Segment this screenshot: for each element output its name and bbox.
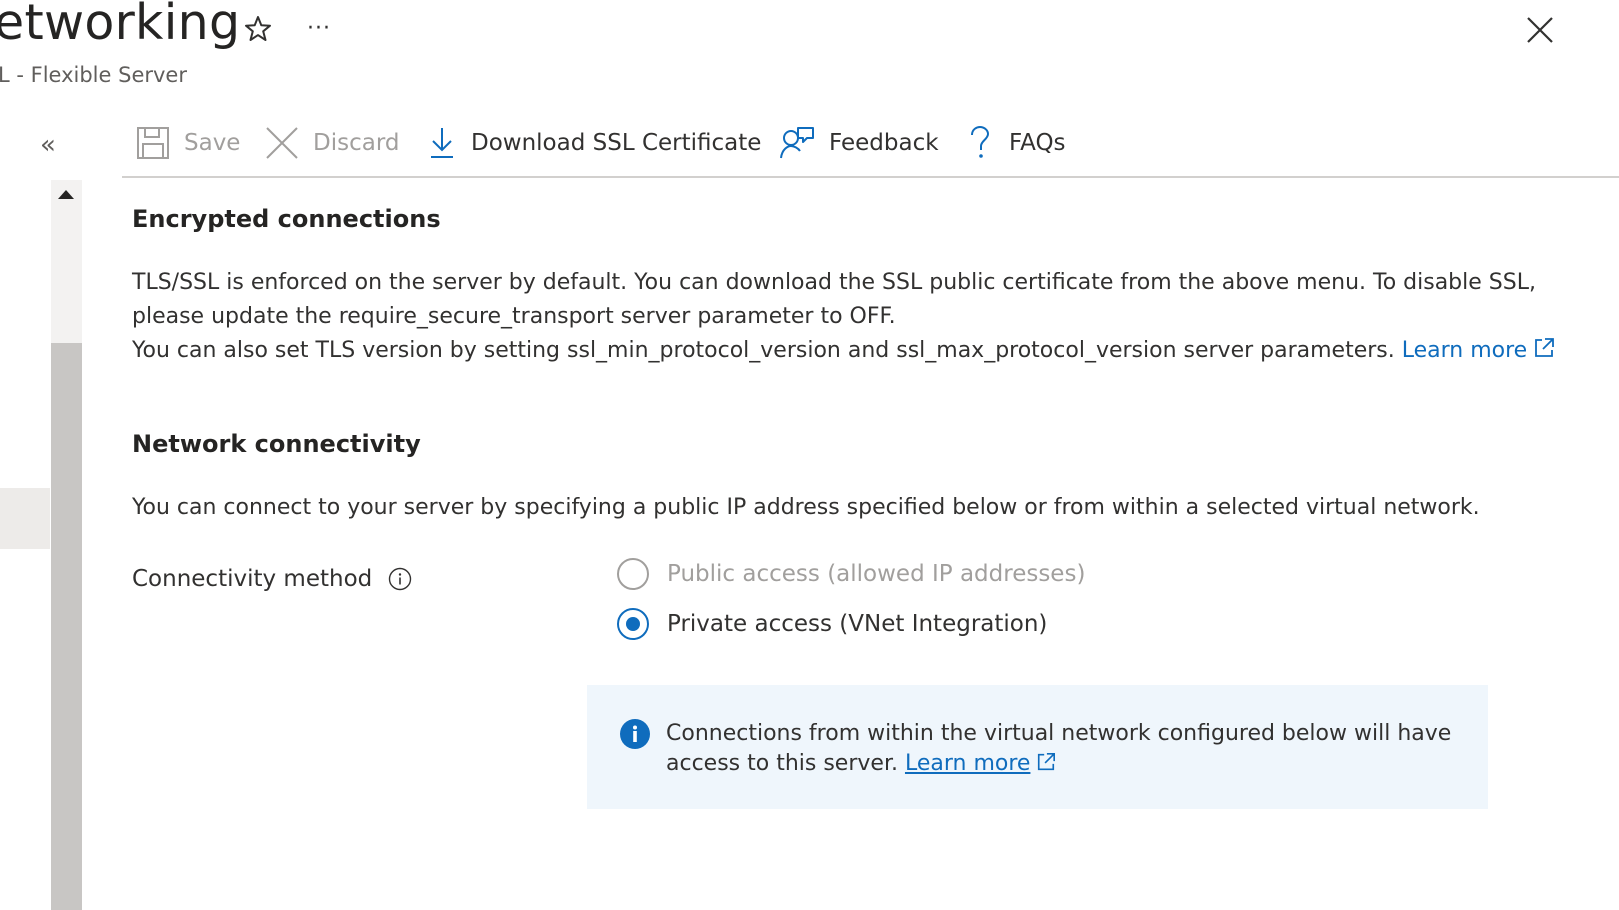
vnet-learn-more-label: Learn more [904, 751, 1031, 776]
radio-private-access-label: Private access (VNet Integration) [667, 611, 1048, 637]
encrypted-line-3: You can also set TLS version by setting … [132, 334, 1555, 368]
close-icon[interactable] [1525, 15, 1555, 45]
info-line-2: access to this server. Learn more [666, 749, 1451, 779]
info-message-text: Connections from within the virtual netw… [666, 719, 1451, 779]
faqs-label: FAQs [1009, 130, 1066, 156]
tls-learn-more-label: Learn more [1401, 338, 1528, 363]
collapse-menu-icon[interactable]: « [40, 130, 56, 160]
question-mark-icon [971, 125, 990, 158]
radio-private-access-circle[interactable] [617, 608, 649, 640]
encrypted-connections-description: TLS/SSL is enforced on the server by def… [132, 266, 1555, 368]
encrypted-line-3-text: You can also set TLS version by setting … [132, 338, 1395, 363]
tls-learn-more-link[interactable]: Learn more [1402, 338, 1555, 363]
feedback-button[interactable]: Feedback [779, 118, 939, 168]
page-subtitle: L - Flexible Server [0, 63, 187, 87]
save-button[interactable]: Save [136, 118, 240, 168]
external-link-icon [1038, 753, 1056, 771]
scroll-up-arrow-icon[interactable] [58, 190, 74, 199]
encrypted-line-1: TLS/SSL is enforced on the server by def… [132, 270, 1536, 295]
page-title: etworking [0, 0, 241, 51]
radio-public-access[interactable]: Public access (allowed IP addresses) [617, 558, 1085, 590]
radio-public-access-label: Public access (allowed IP addresses) [667, 561, 1086, 587]
scrollbar-thumb[interactable] [51, 343, 82, 910]
encrypted-line-2: please update the require_secure_transpo… [132, 304, 896, 329]
discard-label: Discard [313, 130, 400, 156]
download-label: Download SSL Certificate [471, 130, 762, 156]
command-bar: Save Discard Download SSL Certificate Fe… [122, 118, 1619, 178]
feedback-label: Feedback [829, 130, 939, 156]
connectivity-method-label: Connectivity method [132, 566, 412, 592]
save-label: Save [184, 130, 241, 156]
info-message-box: Connections from within the virtual netw… [587, 685, 1488, 809]
download-icon [431, 128, 453, 158]
faqs-button[interactable]: FAQs [965, 118, 1066, 168]
encrypted-connections-heading: Encrypted connections [132, 205, 441, 233]
vnet-learn-more-link[interactable]: Learn more [905, 751, 1056, 776]
feedback-icon [780, 127, 814, 159]
download-ssl-certificate-button[interactable]: Download SSL Certificate [427, 118, 761, 168]
save-icon [137, 127, 169, 159]
network-connectivity-heading: Network connectivity [132, 430, 421, 458]
discard-icon [266, 127, 298, 159]
info-line-2-text: access to this server. [666, 751, 898, 776]
radio-private-access[interactable]: Private access (VNet Integration) [617, 608, 1047, 640]
external-link-icon [1535, 338, 1555, 357]
info-circle-icon[interactable] [388, 567, 412, 591]
radio-public-access-circle[interactable] [617, 558, 649, 590]
info-line-1: Connections from within the virtual netw… [666, 721, 1452, 746]
info-filled-icon [620, 719, 650, 749]
star-icon[interactable] [243, 14, 273, 44]
network-connectivity-description: You can connect to your server by specif… [132, 495, 1480, 520]
more-options-icon[interactable]: ··· [307, 16, 331, 41]
connectivity-method-text: Connectivity method [132, 566, 373, 592]
nav-selected-item[interactable] [0, 488, 50, 549]
discard-button[interactable]: Discard [265, 118, 399, 168]
